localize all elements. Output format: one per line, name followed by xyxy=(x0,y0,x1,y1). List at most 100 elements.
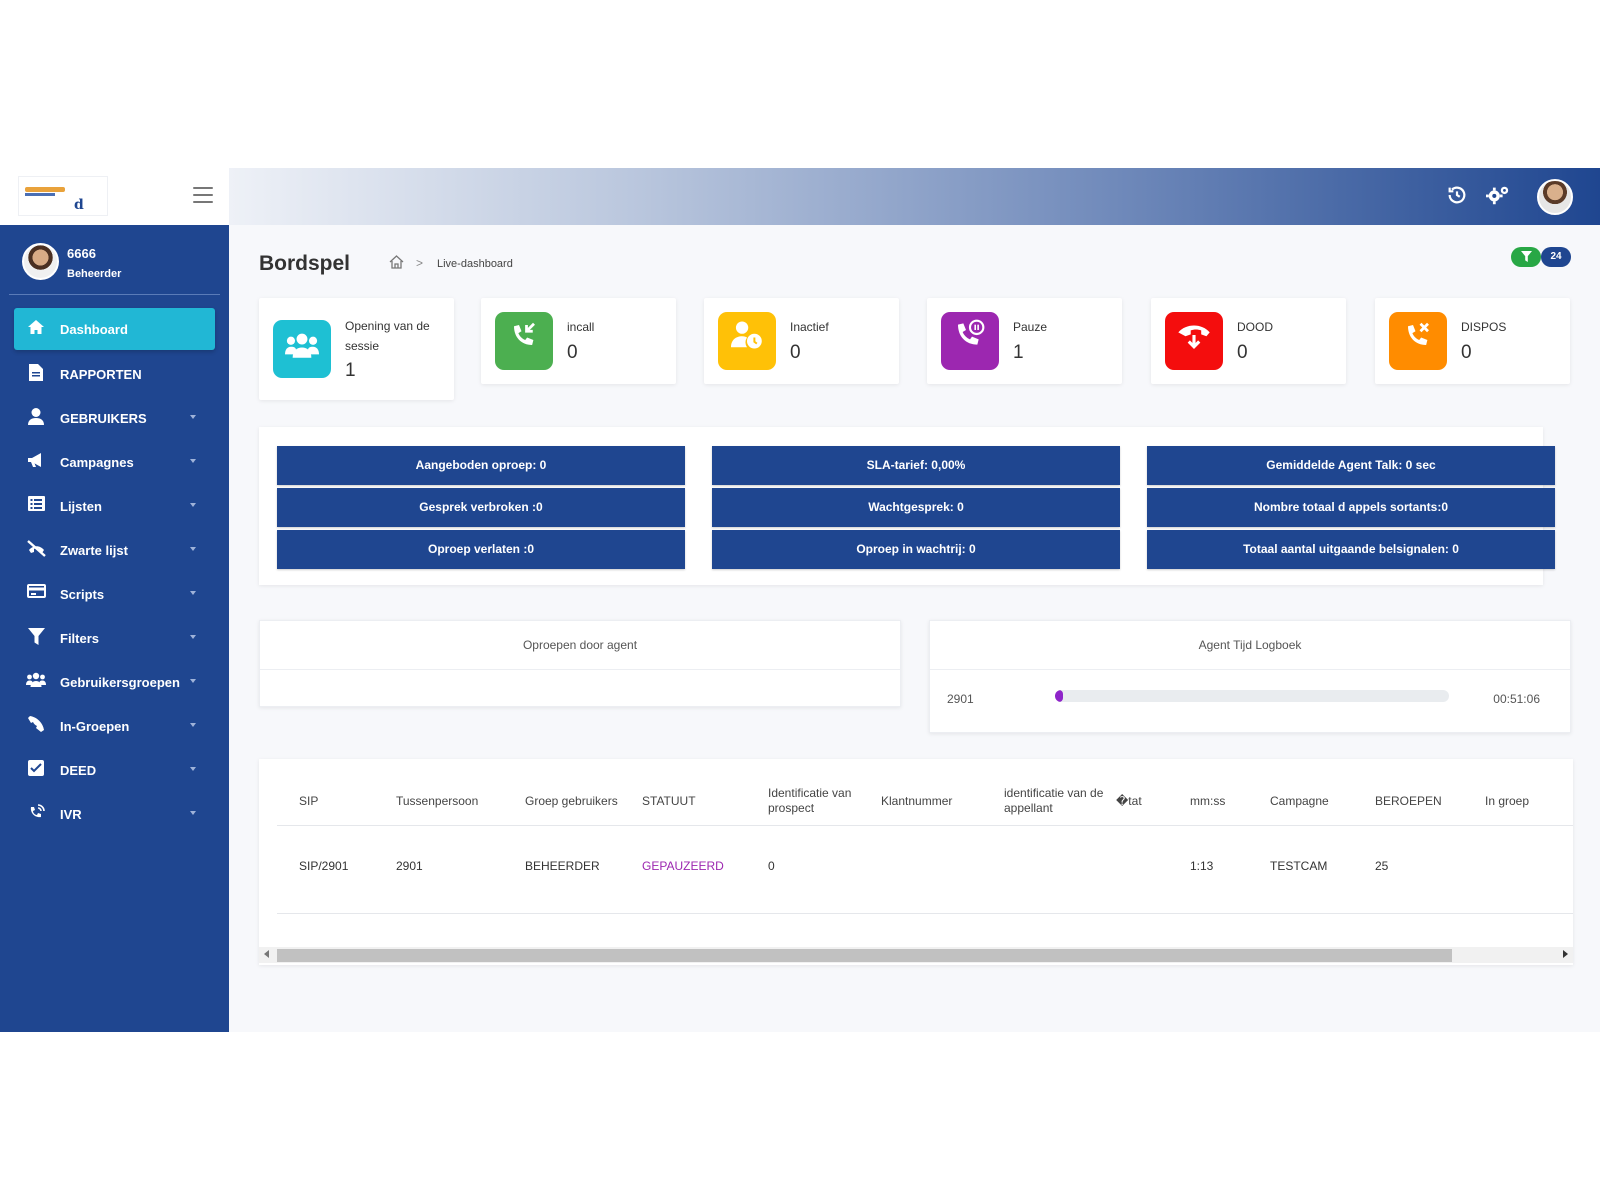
calls-by-agent-panel: Oproepen door agent xyxy=(259,620,901,707)
table-cell-sip: SIP/2901 xyxy=(299,859,349,873)
list-icon xyxy=(26,496,46,516)
sidebar-item-zwarte-lijst[interactable]: Zwarte lijst xyxy=(0,528,229,572)
user-clock-icon xyxy=(718,312,776,370)
chevron-down-icon xyxy=(190,679,196,683)
sidebar-item-gebruikersgroepen[interactable]: Gebruikersgroepen xyxy=(0,660,229,704)
sidebar-item-label: Zwarte lijst xyxy=(60,542,128,558)
table-header: identificatie van de appellant xyxy=(1004,786,1104,815)
scroll-thumb[interactable] xyxy=(277,949,1452,962)
sidebar-item-filters[interactable]: Filters xyxy=(0,616,229,660)
stat-label: Inactief xyxy=(790,320,829,334)
sidebar-item-label: Lijsten xyxy=(60,498,102,514)
table-header: Groep gebruikers xyxy=(525,793,618,808)
history-icon[interactable] xyxy=(1444,184,1470,210)
menu-toggle-icon[interactable] xyxy=(193,187,213,203)
table-header: BEROEPEN xyxy=(1375,793,1442,808)
user-block: 6666 Beheerder xyxy=(9,237,220,295)
table-header: STATUUT xyxy=(642,793,696,808)
megaphone-icon xyxy=(26,452,46,472)
sidebar-item-label: GEBRUIKERS xyxy=(60,410,147,426)
sidebar-nav: Dashboard RAPPORTEN GEBRUIKERS Campagnes… xyxy=(0,306,229,836)
log-agent: 2901 xyxy=(947,692,974,706)
table-cell-prospect-id: 0 xyxy=(768,859,775,873)
phone-icon xyxy=(26,716,46,736)
chevron-down-icon xyxy=(190,591,196,595)
sidebar-item-rapporten[interactable]: RAPPORTEN xyxy=(0,352,229,396)
app-frame: d 6666 Beheerder Dashboard RAPPORTEN GEB… xyxy=(0,168,1600,1032)
stat-card-pauze: Pauze 1 xyxy=(927,298,1122,384)
user-avatar[interactable] xyxy=(22,243,59,280)
stat-card-inactief: Inactief 0 xyxy=(704,298,899,384)
log-progress-fill xyxy=(1055,690,1063,702)
main-content: Bordspel > Live-dashboard 24 Opening van… xyxy=(229,225,1600,1032)
brand-logo[interactable]: d xyxy=(18,176,108,216)
table-cell-duration: 1:13 xyxy=(1190,859,1214,873)
sidebar-item-deed[interactable]: DEED xyxy=(0,748,229,792)
header-avatar[interactable] xyxy=(1537,179,1573,215)
row-divider xyxy=(277,913,1573,914)
stat-label: incall xyxy=(567,320,595,334)
table-header: Campagne xyxy=(1270,793,1329,808)
sidebar-item-label: Campagnes xyxy=(60,454,134,470)
metric-outgoing-calls-total[interactable]: Nombre totaal d appels sortants:0 xyxy=(1147,488,1555,527)
scroll-right-icon[interactable] xyxy=(1563,950,1568,958)
stat-label: Pauze xyxy=(1013,320,1048,334)
table-header: SIP xyxy=(299,793,319,808)
document-icon xyxy=(26,364,46,384)
ivr-phone-icon xyxy=(26,804,46,824)
sidebar-item-in-groepen[interactable]: In-Groepen xyxy=(0,704,229,748)
chevron-down-icon xyxy=(190,459,196,463)
logo-area: d xyxy=(0,168,229,225)
sidebar-item-scripts[interactable]: Scripts xyxy=(0,572,229,616)
stat-card-incall: incall 0 xyxy=(481,298,676,384)
sidebar-item-gebruikers[interactable]: GEBRUIKERS xyxy=(0,396,229,440)
stat-value: 0 xyxy=(1237,342,1248,363)
metric-calls-in-queue[interactable]: Oproep in wachtrij: 0 xyxy=(712,530,1120,569)
scroll-left-icon[interactable] xyxy=(264,950,269,958)
metric-calls-abandoned[interactable]: Oproep verlaten :0 xyxy=(277,530,685,569)
agent-time-log-panel: Agent Tijd Logboek 2901 00:51:06 xyxy=(929,620,1571,733)
table-cell-status: GEPAUZEERD xyxy=(642,859,724,873)
incoming-call-icon xyxy=(495,312,553,370)
panel-title: Oproepen door agent xyxy=(260,621,900,670)
metric-avg-agent-talk[interactable]: Gemiddelde Agent Talk: 0 sec xyxy=(1147,446,1555,485)
home-icon[interactable] xyxy=(389,255,404,272)
chevron-down-icon xyxy=(190,635,196,639)
stat-label: Opening van de sessie xyxy=(345,319,430,353)
metrics-panel: Aangeboden oproep: 0 Gesprek verbroken :… xyxy=(259,427,1555,585)
metric-waiting-call[interactable]: Wachtgesprek: 0 xyxy=(712,488,1120,527)
filter-count-badge: 24 xyxy=(1541,247,1571,267)
metric-offered-calls[interactable]: Aangeboden oproep: 0 xyxy=(277,446,685,485)
stat-card-dispos: DISPOS 0 xyxy=(1375,298,1570,384)
stat-value: 0 xyxy=(790,342,801,363)
users-icon xyxy=(273,320,331,378)
user-icon xyxy=(26,408,46,428)
user-id: 6666 xyxy=(67,246,96,261)
sidebar-item-label: Dashboard xyxy=(60,321,128,337)
horizontal-scrollbar[interactable] xyxy=(259,947,1573,963)
log-time: 00:51:06 xyxy=(1493,692,1540,706)
filter-button[interactable] xyxy=(1511,247,1541,267)
table-header: Tussenpersoon xyxy=(396,793,479,808)
stat-value: 0 xyxy=(1461,342,1472,363)
chevron-down-icon xyxy=(190,767,196,771)
table-header: mm:ss xyxy=(1190,793,1226,808)
metric-calls-dropped[interactable]: Gesprek verbroken :0 xyxy=(277,488,685,527)
sidebar-item-campagnes[interactable]: Campagnes xyxy=(0,440,229,484)
metric-outgoing-rings-total[interactable]: Totaal aantal uitgaande belsignalen: 0 xyxy=(1147,530,1555,569)
hangup-icon xyxy=(1165,312,1223,370)
metric-sla-rate[interactable]: SLA-tarief: 0,00% xyxy=(712,446,1120,485)
header-divider xyxy=(277,825,1573,826)
chevron-down-icon xyxy=(190,723,196,727)
sidebar-item-lijsten[interactable]: Lijsten xyxy=(0,484,229,528)
sidebar-item-ivr[interactable]: IVR xyxy=(0,792,229,836)
sidebar-item-dashboard[interactable]: Dashboard xyxy=(14,308,215,350)
table-header: In groep xyxy=(1485,793,1530,808)
top-bar: d xyxy=(0,168,1600,225)
chevron-right-icon: > xyxy=(416,256,424,270)
sidebar-item-label: Gebruikersgroepen xyxy=(60,674,180,690)
chevron-down-icon xyxy=(190,547,196,551)
stat-value: 1 xyxy=(345,360,356,381)
settings-icon[interactable] xyxy=(1485,184,1511,210)
sidebar-item-label: Scripts xyxy=(60,586,105,602)
